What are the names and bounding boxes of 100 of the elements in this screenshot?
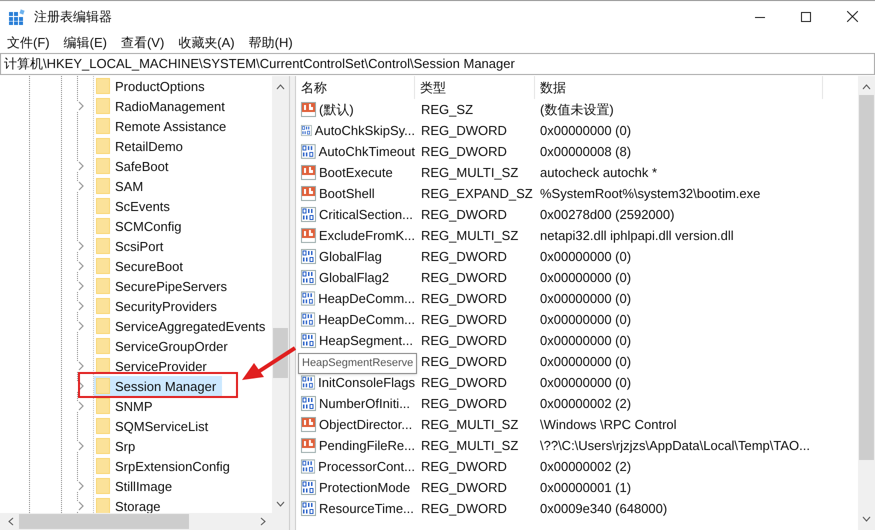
scroll-down-icon[interactable] <box>862 516 871 522</box>
folder-icon <box>96 158 110 174</box>
value-name[interactable]: HeapDeComm... <box>318 288 415 308</box>
tree-item-label: ScsiPort <box>115 238 164 254</box>
window-title: 注册表编辑器 <box>34 8 112 26</box>
value-name[interactable]: HeapSegment... <box>319 330 413 350</box>
binary-value-icon <box>301 375 316 390</box>
value-type: REG_DWORD <box>420 310 508 329</box>
value-name[interactable]: HeapDeComm... <box>318 310 415 330</box>
chevron-icon[interactable] <box>77 401 85 411</box>
menu-item[interactable]: 收藏夹(A) <box>173 32 240 52</box>
value-data: %SystemRoot%\system32\bootim.exe <box>539 184 760 203</box>
scroll-down-icon[interactable] <box>276 501 285 507</box>
value-name[interactable]: ProcessorCont... <box>318 456 415 476</box>
chevron-icon[interactable] <box>77 261 85 271</box>
chevron-icon[interactable] <box>77 161 85 171</box>
value-type: REG_MULTI_SZ <box>420 416 520 434</box>
scroll-thumb[interactable] <box>859 95 874 460</box>
value-type: REG_DWORD <box>420 352 508 371</box>
chevron-icon[interactable] <box>77 281 85 291</box>
tree-item-label: SecureBoot <box>115 258 183 274</box>
chevron-icon[interactable] <box>77 321 85 331</box>
menu-item[interactable]: 文件(F) <box>2 32 55 52</box>
tree-item-label: RadioManagement <box>115 98 225 114</box>
scroll-thumb[interactable] <box>273 328 288 378</box>
value-name[interactable]: ProtectionMode <box>319 478 410 498</box>
value-name[interactable]: AutoChkSkipSy... <box>314 120 415 140</box>
scroll-up-icon[interactable] <box>276 84 285 90</box>
menu-item[interactable]: 查看(V) <box>116 32 170 52</box>
tree-item-label: SecurePipeServers <box>115 278 227 294</box>
scroll-right-icon[interactable] <box>260 517 266 526</box>
value-data: \??\C:\Users\rjzjzs\AppData\Local\Temp\TAO... <box>539 436 810 455</box>
chevron-icon[interactable] <box>77 441 85 451</box>
folder-icon <box>96 238 110 254</box>
horizontal-scrollbar[interactable] <box>0 513 289 530</box>
binary-value-icon <box>301 312 316 327</box>
folder-icon <box>96 198 110 214</box>
tree-item-label: ProductOptions <box>115 78 205 94</box>
scroll-thumb[interactable] <box>19 514 189 529</box>
value-name[interactable]: InitConsoleFlags <box>318 372 415 392</box>
value-type: REG_DWORD <box>420 248 508 266</box>
value-data: 0x00000000 (0) <box>539 374 632 392</box>
address-field[interactable]: 计算机\HKEY_LOCAL_MACHINE\SYSTEM\CurrentControlSet\Control\Session Manager <box>0 53 875 75</box>
binary-value-icon <box>301 249 316 264</box>
close-icon <box>846 11 858 22</box>
menu-item[interactable]: 帮助(H) <box>244 32 298 52</box>
scroll-up-icon[interactable] <box>862 84 871 90</box>
value-data: 0x00000008 (8) <box>539 142 632 161</box>
value-name[interactable]: ResourceTime... <box>319 498 414 518</box>
binary-value-icon <box>301 270 316 285</box>
value-name[interactable]: ExcludeFromK... <box>318 226 415 246</box>
value-name[interactable]: (默认) <box>319 100 354 120</box>
chevron-icon[interactable] <box>77 241 85 251</box>
value-name[interactable]: BootExecute <box>319 162 393 182</box>
tree-item-label: SCMConfig <box>115 218 182 234</box>
vertical-scrollbar[interactable] <box>272 76 289 513</box>
value-name[interactable]: PendingFileRe... <box>318 436 415 456</box>
value-name[interactable]: GlobalFlag2 <box>319 268 390 288</box>
tree-item-label: ServiceAggregatedEvents <box>115 318 266 334</box>
chevron-icon[interactable] <box>77 301 85 311</box>
value-name[interactable]: ObjectDirector... <box>319 414 412 434</box>
binary-value-icon <box>301 480 316 495</box>
menu-item[interactable]: 编辑(E) <box>58 32 112 52</box>
value-data: 0x00000000 (0) <box>539 352 632 371</box>
chevron-icon[interactable] <box>77 361 85 371</box>
value-type: REG_DWORD <box>420 394 508 413</box>
tree-item[interactable]: Session Manager <box>94 376 222 396</box>
chevron-icon[interactable] <box>77 101 85 111</box>
string-value-icon <box>301 102 316 117</box>
vertical-scrollbar[interactable] <box>858 76 875 530</box>
value-type: REG_MULTI_SZ <box>420 164 520 182</box>
chevron-icon[interactable] <box>77 181 85 191</box>
column-header[interactable]: 类型 <box>415 76 535 99</box>
column-header[interactable]: 数据 <box>535 76 823 99</box>
scroll-left-icon[interactable] <box>8 517 14 526</box>
value-data: 0x00000002 (2) <box>539 394 632 413</box>
tree-item-label: ServiceGroupOrder <box>115 338 228 354</box>
value-name[interactable]: NumberOfIniti... <box>319 394 410 414</box>
binary-value-icon <box>301 207 316 222</box>
tree-item-label: SafeBoot <box>115 158 168 174</box>
value-data: 0x0009e340 (648000) <box>539 500 668 518</box>
folder-icon <box>96 258 110 274</box>
value-name[interactable]: BootShell <box>319 184 375 204</box>
chevron-icon[interactable] <box>77 481 85 491</box>
tree-item-label: SecurityProviders <box>115 298 217 314</box>
folder-icon <box>96 178 110 194</box>
value-type: REG_DWORD <box>420 290 508 308</box>
value-name[interactable]: GlobalFlag <box>319 246 382 266</box>
folder-icon <box>96 478 110 494</box>
folder-icon <box>96 298 110 314</box>
chevron-icon[interactable] <box>77 501 85 511</box>
value-type: REG_DWORD <box>420 478 508 497</box>
binary-value-icon <box>301 501 316 516</box>
value-name[interactable]: CriticalSection... <box>319 204 413 224</box>
string-value-icon <box>301 228 316 243</box>
value-type: REG_DWORD <box>420 268 508 287</box>
value-type: REG_DWORD <box>420 374 508 392</box>
value-name[interactable]: AutoChkTimeout <box>318 142 415 162</box>
value-data: netapi32.dll iphlpapi.dll version.dll <box>539 226 734 245</box>
column-header[interactable]: 名称 <box>296 76 415 99</box>
